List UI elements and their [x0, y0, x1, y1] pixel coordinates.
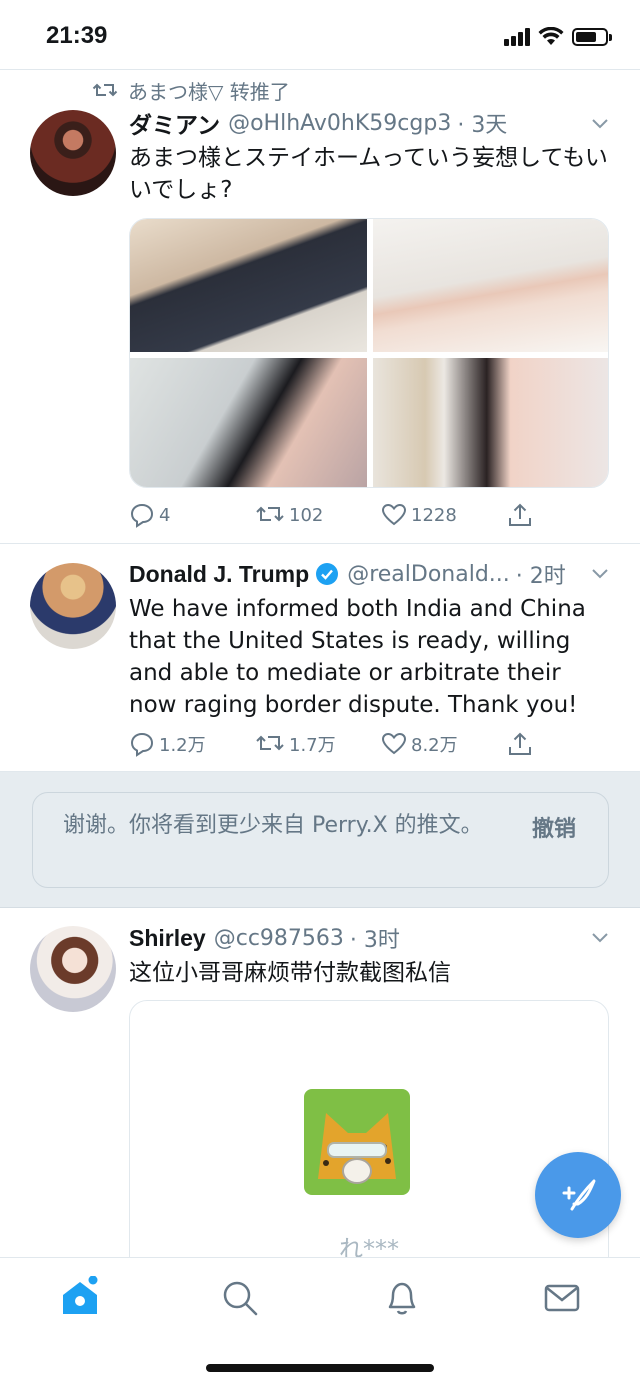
bell-icon — [388, 1282, 416, 1315]
avatar-trump[interactable] — [30, 563, 116, 649]
tab-messages[interactable] — [540, 1276, 584, 1320]
tweet-text: あまつ様とステイホームっていう妄想してもいいでしょ? — [129, 145, 608, 203]
wifi-icon — [538, 27, 564, 45]
undo-button[interactable]: 撤销 — [532, 811, 576, 843]
reply-count: 1.2万 — [159, 735, 206, 756]
home-indicator — [206, 1364, 434, 1372]
status-time: 21:39 — [46, 22, 108, 49]
compose-tweet-button[interactable] — [535, 1152, 621, 1238]
author-name[interactable]: Donald J. Trump — [129, 561, 309, 588]
reply-button[interactable]: 1.2万 — [129, 731, 255, 757]
author-handle[interactable]: @oHlhAv0hK59cgp3 — [228, 111, 451, 136]
author-name[interactable]: Shirley — [129, 925, 206, 952]
muted-notice-card: 谢谢。你将看到更少来自 Perry.X 的推文。 撤销 — [32, 792, 609, 888]
avatar-damian[interactable] — [30, 110, 116, 196]
reply-count: 4 — [159, 504, 171, 526]
muted-notice-section: 谢谢。你将看到更少来自 Perry.X 的推文。 撤销 — [0, 772, 640, 908]
reply-button[interactable]: 4 — [129, 502, 255, 528]
share-icon — [509, 503, 531, 526]
retweet-icon — [256, 735, 284, 751]
chevron-down-icon[interactable] — [590, 928, 610, 948]
tweet-header: Shirley @cc987563 · 3时 — [129, 921, 610, 955]
media-grid[interactable] — [129, 218, 609, 488]
like-button[interactable]: 8.2万 — [381, 731, 507, 757]
media-image-4[interactable] — [373, 358, 608, 487]
like-icon — [381, 503, 407, 526]
retweet-button[interactable]: 102 — [255, 502, 381, 528]
tweet-time: · 3时 — [349, 928, 400, 953]
muted-notice-text: 谢谢。你将看到更少来自 Perry.X 的推文。 — [63, 813, 483, 838]
author-handle[interactable]: @realDonald... — [347, 562, 510, 587]
tweet-text: 这位小哥哥麻烦带付款截图私信 — [129, 960, 451, 986]
tweet-damian[interactable]: あまつ様▽ 转推了 ダミアン @oHlhAv0hK59cgp3 · 3天 あまつ… — [0, 70, 640, 544]
mail-icon — [544, 1284, 580, 1312]
share-icon — [509, 732, 531, 755]
tweet-time: · 3天 — [457, 113, 508, 138]
tab-notifications[interactable] — [380, 1276, 424, 1320]
like-count: 8.2万 — [411, 735, 458, 756]
retweet-label: あまつ様▽ 转推了 — [128, 80, 290, 104]
verified-badge-icon — [316, 563, 339, 585]
timeline-feed[interactable]: あまつ様▽ 转推了 ダミアン @oHlhAv0hK59cgp3 · 3天 あまつ… — [0, 70, 640, 1257]
retweet-icon — [256, 506, 284, 522]
search-icon — [223, 1281, 258, 1316]
battery-icon — [572, 28, 612, 46]
tweet-text: We have informed both India and China th… — [129, 596, 586, 718]
retweet-icon — [92, 83, 118, 96]
like-button[interactable]: 1228 — [381, 502, 507, 528]
card-username: れ*** — [339, 1235, 399, 1257]
share-button[interactable] — [507, 502, 547, 528]
media-image-1[interactable] — [130, 219, 367, 352]
chevron-down-icon[interactable] — [590, 114, 610, 134]
embedded-card[interactable]: れ*** — [129, 1000, 609, 1257]
chevron-down-icon[interactable] — [590, 564, 610, 584]
compose-icon — [562, 1179, 596, 1211]
tweet-actions: 1.2万 1.7万 8.2万 — [129, 729, 600, 759]
like-icon — [381, 732, 407, 755]
tab-search[interactable] — [218, 1276, 262, 1320]
media-image-3[interactable] — [130, 358, 367, 487]
retweet-indicator: あまつ様▽ 转推了 — [92, 76, 290, 105]
tweet-header: Donald J. Trump @realDonald... · 2时 — [129, 557, 610, 591]
serval-cat-icon — [304, 1089, 410, 1195]
author-name[interactable]: ダミアン — [129, 106, 220, 140]
tweet-actions: 4 102 1228 — [129, 500, 600, 530]
media-image-2[interactable] — [373, 219, 608, 352]
like-count: 1228 — [411, 504, 457, 526]
retweet-count: 102 — [289, 504, 324, 526]
status-bar: 21:39 — [0, 0, 640, 70]
avatar-shirley[interactable] — [30, 926, 116, 1012]
author-handle[interactable]: @cc987563 — [214, 926, 344, 951]
home-icon — [63, 1276, 98, 1314]
share-button[interactable] — [507, 731, 547, 757]
tweet-trump[interactable]: Donald J. Trump @realDonald... · 2时 We h… — [0, 544, 640, 772]
tab-home[interactable] — [58, 1276, 102, 1320]
retweet-button[interactable]: 1.7万 — [255, 731, 381, 757]
cellular-signal-icon — [504, 28, 532, 46]
tweet-header: ダミアン @oHlhAv0hK59cgp3 · 3天 — [129, 106, 610, 140]
reply-icon — [130, 732, 154, 757]
reply-icon — [130, 503, 154, 528]
retweet-count: 1.7万 — [289, 735, 336, 756]
tweet-time: · 2时 — [515, 564, 566, 589]
